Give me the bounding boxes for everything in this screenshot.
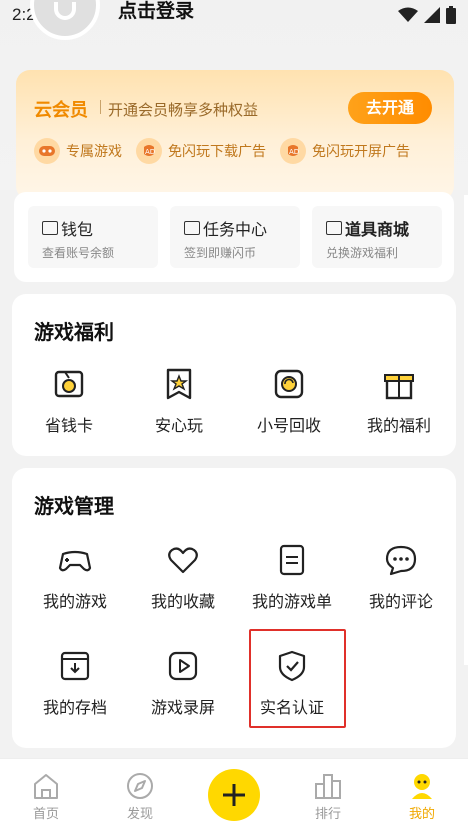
welfare-label: 省钱卡 [44, 416, 93, 435]
vip-divider [100, 100, 101, 114]
item-mall-item[interactable]: 道具商城 兑换游戏福利 [312, 206, 442, 268]
gift-icon [384, 374, 414, 400]
mall-icon [326, 221, 342, 235]
manage-label: 游戏录屏 [150, 698, 215, 717]
task-center-item[interactable]: 任务中心 签到即赚闪币 [170, 206, 300, 268]
manage-my-game-lists[interactable]: 我的游戏单 [237, 542, 347, 612]
manage-my-favorites[interactable]: 我的收藏 [128, 542, 238, 612]
status-icons [398, 6, 456, 24]
welfare-safe-play[interactable]: 安心玩 [124, 366, 234, 436]
manage-my-archives[interactable]: 我的存档 [20, 648, 130, 718]
vip-perks: 专属游戏 AD 免闪玩下载广告 AD 免闪玩开屏广告 [34, 138, 424, 164]
manage-label: 我的存档 [42, 698, 107, 717]
manage-label: 我的收藏 [150, 592, 215, 611]
nav-label: 排行 [314, 807, 341, 822]
task-icon [184, 221, 200, 235]
gamepad-icon [34, 138, 60, 164]
no-ad-icon: AD [136, 138, 162, 164]
archive-icon [60, 651, 90, 681]
signal-icon [424, 7, 440, 23]
nav-discover[interactable]: 发现 [110, 771, 170, 822]
wallet-icon [42, 221, 58, 235]
nav-profile[interactable]: 我的 [392, 771, 452, 822]
nav-label: 发现 [126, 807, 153, 822]
ranking-icon [315, 774, 341, 799]
wallet-title: 钱包 [61, 220, 94, 239]
manage-label: 我的游戏 [42, 592, 107, 611]
nav-add-button[interactable] [208, 769, 260, 821]
manage-my-comments[interactable]: 我的评论 [346, 542, 456, 612]
play-icon [168, 651, 198, 681]
item-mall-subtitle: 兑换游戏福利 [326, 246, 399, 260]
plus-icon [223, 784, 245, 806]
section-title: 游戏福利 [34, 320, 114, 344]
vip-open-button[interactable]: 去开通 [348, 92, 432, 124]
vip-card[interactable]: 云会员 开通会员畅享多种权益 去开通 专属游戏 AD 免闪玩下载广告 AD 免闪… [16, 70, 454, 200]
wallet-subtitle: 查看账号余额 [42, 246, 115, 260]
welfare-label: 小号回收 [256, 416, 321, 435]
edge-strip [464, 195, 468, 665]
gamepad-icon [58, 550, 92, 572]
profile-icon [412, 774, 432, 799]
game-welfare-section: 游戏福利 省钱卡 安心玩 小号回收 我的福利 [12, 294, 456, 456]
battery-icon [446, 6, 456, 24]
welfare-label: 我的福利 [366, 416, 431, 435]
task-center-subtitle: 签到即赚闪币 [184, 246, 257, 260]
vip-title: 云会员 [34, 100, 88, 121]
welfare-savings-card[interactable]: 省钱卡 [14, 366, 124, 436]
wallet-item[interactable]: 钱包 查看账号余额 [28, 206, 158, 268]
login-link[interactable]: 点击登录 [118, 0, 194, 23]
manage-label: 我的游戏单 [251, 592, 332, 611]
nav-label: 我的 [408, 807, 435, 822]
highlight-box [249, 629, 346, 728]
manage-screen-recording[interactable]: 游戏录屏 [128, 648, 238, 718]
perk-exclusive-games[interactable]: 专属游戏 [34, 138, 122, 164]
list-icon [279, 544, 305, 576]
wallet-card: 钱包 查看账号余额 任务中心 签到即赚闪币 道具商城 兑换游戏福利 [14, 192, 454, 282]
task-center-title: 任务中心 [203, 220, 268, 239]
welfare-label: 安心玩 [154, 416, 203, 435]
home-icon [34, 774, 58, 799]
perk-label: 专属游戏 [66, 144, 122, 160]
manage-label: 我的评论 [368, 592, 433, 611]
game-management-section: 游戏管理 我的游戏 我的收藏 我的游戏单 我的评论 我的存档 游戏录屏 实名认证 [12, 468, 456, 748]
wifi-icon [398, 7, 418, 22]
perk-label: 免闪玩开屏广告 [312, 144, 410, 160]
comment-icon [385, 545, 417, 576]
svg-text:AD: AD [145, 148, 155, 156]
section-title: 游戏管理 [34, 494, 114, 518]
nav-label: 首页 [32, 807, 59, 822]
bottom-nav: 首页 发现 排行 我的 [0, 758, 468, 832]
welfare-account-recycle[interactable]: 小号回收 [234, 366, 344, 436]
welfare-my-benefits[interactable]: 我的福利 [344, 366, 454, 436]
svg-text:AD: AD [289, 148, 299, 156]
perk-no-splash-ads[interactable]: AD 免闪玩开屏广告 [280, 138, 410, 164]
nav-home[interactable]: 首页 [16, 771, 76, 822]
vip-description: 开通会员畅享多种权益 [108, 101, 259, 119]
item-mall-title: 道具商城 [345, 220, 410, 239]
perk-no-download-ads[interactable]: AD 免闪玩下载广告 [136, 138, 266, 164]
manage-my-games[interactable]: 我的游戏 [20, 542, 130, 612]
no-ad-icon: AD [280, 138, 306, 164]
savings-card-icon [54, 370, 84, 398]
recycle-icon [274, 369, 304, 399]
perk-label: 免闪玩下载广告 [168, 144, 266, 160]
heart-icon [168, 547, 198, 574]
nav-ranking[interactable]: 排行 [298, 771, 358, 822]
star-badge-icon [166, 368, 192, 400]
compass-icon [127, 773, 153, 799]
